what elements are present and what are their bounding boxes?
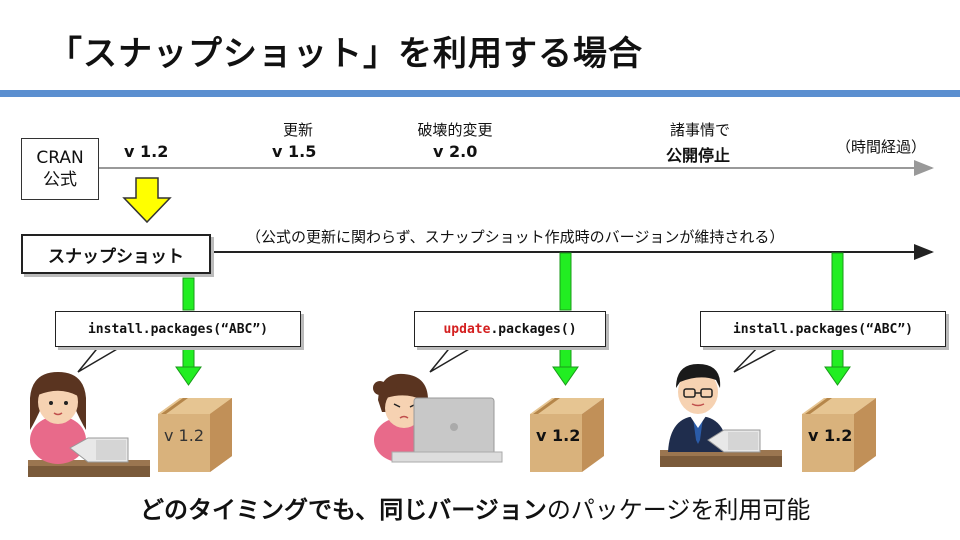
command-text-3: install.packages(“ABC”) — [732, 321, 913, 337]
event-label-circumstances: 諸事情で — [669, 121, 730, 139]
snapshot-box: スナップショット — [21, 234, 211, 274]
girl-at-laptop-illustration — [373, 373, 503, 463]
command-bubble-1: install.packages(“ABC”) — [55, 311, 301, 347]
version-label-3: v 2.0 — [433, 142, 478, 161]
cran-label: CRAN — [36, 148, 84, 168]
command-text-1: install.packages(“ABC”) — [87, 321, 268, 337]
event-label-breaking-change: 破壊的変更 — [417, 121, 493, 139]
snapshot-down-arrow — [122, 177, 172, 224]
conclusion-part2: 同じバージョン — [379, 496, 547, 524]
command-text-2: .packages() — [490, 321, 577, 337]
version-label-2: v 1.5 — [272, 142, 317, 161]
unpublished-label: 公開停止 — [666, 146, 731, 165]
event-label-update: 更新 — [282, 121, 313, 139]
time-elapsed-label: （時間経過） — [836, 138, 927, 156]
command-highlight-2: update — [443, 321, 491, 337]
cran-official-box: CRAN 公式 — [21, 138, 99, 200]
bubble-tail-3 — [733, 344, 785, 373]
official-label: 公式 — [43, 170, 77, 190]
package-version-1: v 1.2 — [164, 426, 204, 445]
command-bubble-3: install.packages(“ABC”) — [700, 311, 946, 347]
snapshot-note: （公式の更新に関わらず、スナップショット作成時のバージョンが維持される） — [246, 228, 785, 246]
conclusion-text: どのタイミングでも、同じバージョンのパッケージを利用可能 — [140, 490, 810, 525]
package-version-3: v 1.2 — [808, 426, 853, 445]
version-label-1: v 1.2 — [124, 142, 169, 161]
man-at-laptop-illustration — [660, 364, 782, 467]
bubble-tail-2 — [429, 344, 477, 373]
woman-at-laptop-illustration — [28, 372, 150, 477]
package-version-2: v 1.2 — [536, 426, 581, 445]
conclusion-part1: どのタイミングでも、 — [140, 496, 380, 524]
command-bubble-2: update .packages() — [414, 311, 606, 347]
bubble-tail-1 — [77, 344, 125, 373]
conclusion-part3: のパッケージを利用可能 — [546, 496, 811, 524]
